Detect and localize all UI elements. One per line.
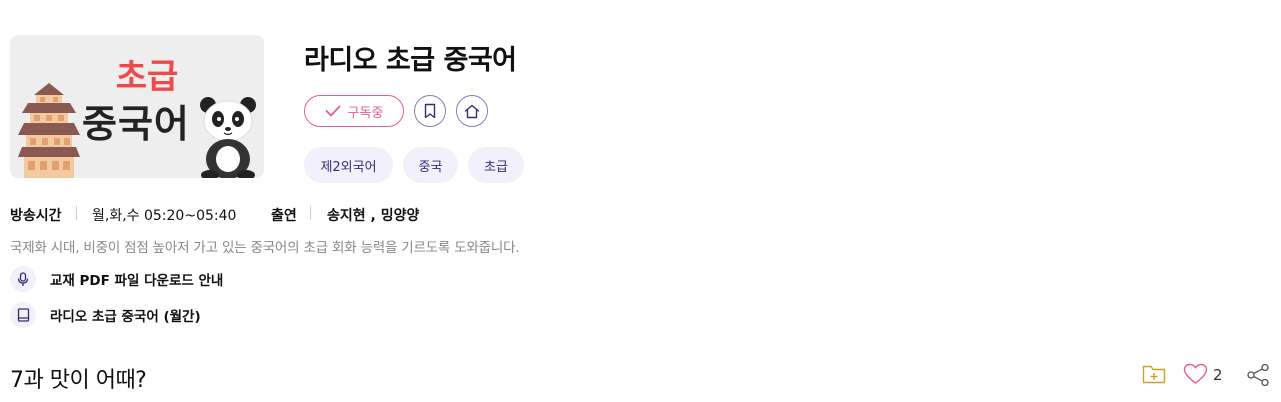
- thumbnail-text-language: 중국어: [82, 102, 190, 146]
- heart-icon[interactable]: [1183, 363, 1208, 385]
- tag-country[interactable]: 중국: [403, 147, 458, 183]
- subscribe-button[interactable]: 구독중: [304, 95, 404, 127]
- program-title: 라디오 초급 중국어: [304, 45, 517, 76]
- divider: [76, 206, 77, 220]
- home-button[interactable]: [456, 95, 488, 127]
- monthly-book-link[interactable]: 라디오 초급 중국어 (월간): [10, 301, 201, 329]
- bookmark-icon: [424, 103, 436, 119]
- program-description: 국제화 시대, 비중이 점점 높아저 가고 있는 중국어의 초급 회화 능력을 …: [10, 240, 520, 256]
- subscribe-label: 구독중: [347, 105, 384, 121]
- like-count: 2: [1213, 366, 1223, 384]
- bookmark-button[interactable]: [414, 95, 446, 127]
- broadcast-time-value: 월,화,수 05:20~05:40: [92, 208, 237, 224]
- divider: [310, 206, 311, 220]
- link-label: 교재 PDF 파일 다운로드 안내: [50, 273, 224, 289]
- share-icon[interactable]: [1246, 363, 1270, 387]
- cast-value: 송지현 , 밍양양: [327, 208, 420, 224]
- home-icon: [464, 104, 480, 118]
- panda-icon: [200, 97, 256, 178]
- checkmark-icon: [325, 105, 340, 117]
- book-icon: [10, 302, 36, 328]
- textbook-pdf-link[interactable]: 교재 PDF 파일 다운로드 안내: [10, 265, 223, 293]
- add-folder-icon[interactable]: [1142, 363, 1166, 385]
- tag-level[interactable]: 초급: [468, 147, 524, 183]
- episode-title: 7과 맛이 어때?: [10, 368, 147, 393]
- microphone-icon: [10, 266, 36, 292]
- cast-label: 출연: [271, 208, 297, 224]
- pagoda-icon: [18, 83, 80, 178]
- link-label: 라디오 초급 중국어 (월간): [50, 309, 201, 325]
- broadcast-time-label: 방송시간: [10, 208, 62, 224]
- tag-category[interactable]: 제2외국어: [304, 147, 393, 183]
- program-thumbnail: 초급 중국어: [10, 35, 264, 178]
